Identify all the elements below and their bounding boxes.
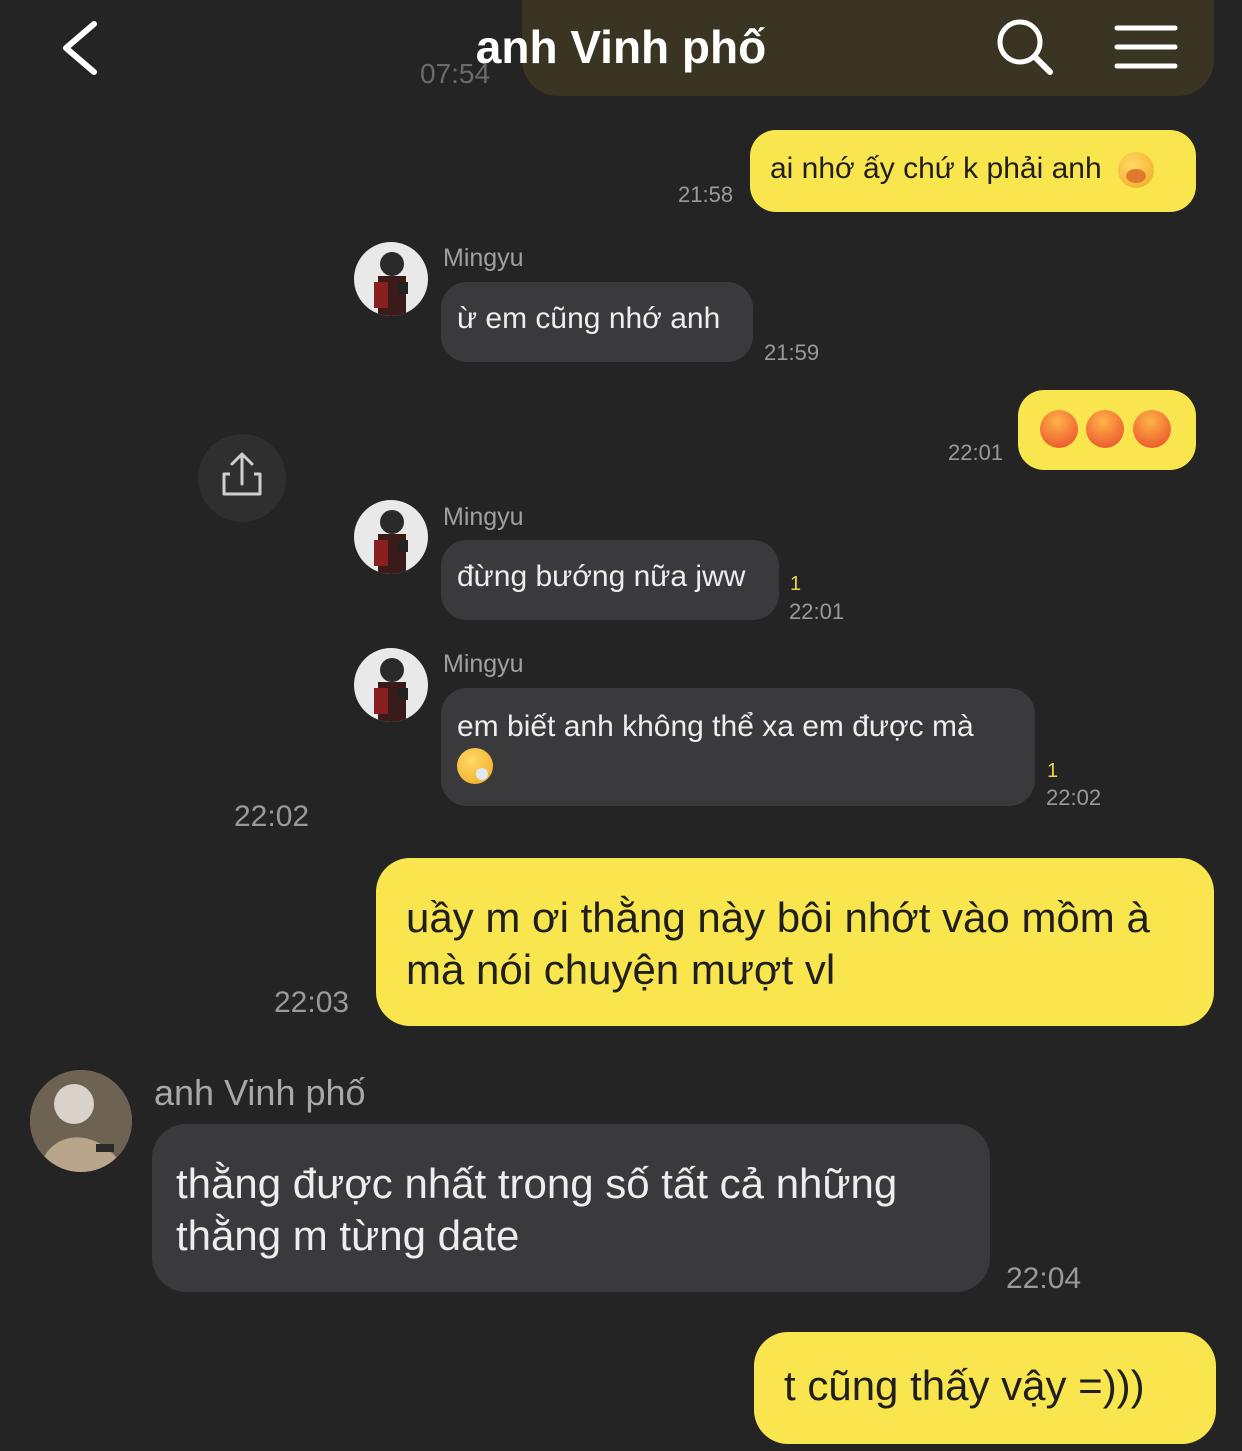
message-text: ừ em cũng nhớ anh <box>457 302 721 335</box>
my-message-bubble[interactable]: uầy m ơi thằng này bôi nhớt vào mồm à mà… <box>376 858 1214 1026</box>
message-time: 22:04 <box>1006 1262 1082 1295</box>
sender-name: Mingyu <box>443 503 524 531</box>
message-time: 22:02 <box>234 800 310 833</box>
unread-count: 1 <box>790 573 802 595</box>
chevron-left-icon <box>63 21 97 75</box>
message-text: ai nhớ ấy chứ k phải anh <box>770 152 1102 185</box>
sender-name: anh Vinh phố <box>154 1072 366 1113</box>
share-button[interactable] <box>198 434 286 522</box>
message-text: t cũng thấy vậy =))) <box>784 1362 1145 1409</box>
my-emoji-message-bubble[interactable] <box>1018 390 1196 470</box>
share-icon <box>222 452 262 496</box>
message-time: 22:01 <box>789 599 845 624</box>
sender-name: Mingyu <box>443 244 524 272</box>
message-text: em biết anh không thể xa em được mà <box>457 710 974 743</box>
my-message-bubble[interactable]: ai nhớ ấy chứ k phải anh <box>750 130 1196 212</box>
message-time: 21:58 <box>678 182 734 207</box>
message-time: 22:01 <box>948 440 1004 465</box>
their-message-bubble[interactable]: ừ em cũng nhớ anh <box>441 282 753 362</box>
mingyu-avatar[interactable] <box>354 500 428 574</box>
angry-face-emoji <box>1132 410 1171 448</box>
anh-vinh-pho-avatar[interactable] <box>30 1070 132 1172</box>
their-message-bubble[interactable]: đừng bướng nữa jww <box>441 540 779 620</box>
search-icon <box>997 19 1053 75</box>
message-text: thằng được nhất trong số tất cả những th… <box>176 1160 898 1259</box>
their-message-bubble[interactable]: thằng được nhất trong số tất cả những th… <box>152 1124 990 1292</box>
search-button[interactable] <box>994 16 1056 78</box>
mingyu-avatar[interactable] <box>354 242 428 316</box>
their-message-bubble[interactable]: em biết anh không thể xa em được mà <box>441 688 1035 806</box>
message-time: 21:59 <box>764 340 820 365</box>
angry-face-emoji <box>1086 410 1125 448</box>
message-time: 22:03 <box>274 986 350 1019</box>
message-text: đừng bướng nữa jww <box>457 560 746 593</box>
sleepy-face-emoji <box>457 748 493 785</box>
message-time: 22:02 <box>1046 785 1102 810</box>
menu-button[interactable] <box>1114 24 1178 72</box>
my-message-bubble[interactable]: t cũng thấy vậy =))) <box>754 1332 1216 1444</box>
angry-face-emoji <box>1040 410 1078 448</box>
chat-title: anh Vinh phố <box>475 21 767 73</box>
hamburger-menu-icon <box>1114 25 1178 69</box>
mingyu-avatar[interactable] <box>354 648 428 722</box>
back-button[interactable] <box>58 18 114 78</box>
unread-count: 1 <box>1047 760 1059 782</box>
message-text: uầy m ơi thằng này bôi nhớt vào mồm à mà… <box>406 894 1150 993</box>
sender-name: Mingyu <box>443 650 524 678</box>
yawning-face-emoji <box>1117 152 1154 189</box>
